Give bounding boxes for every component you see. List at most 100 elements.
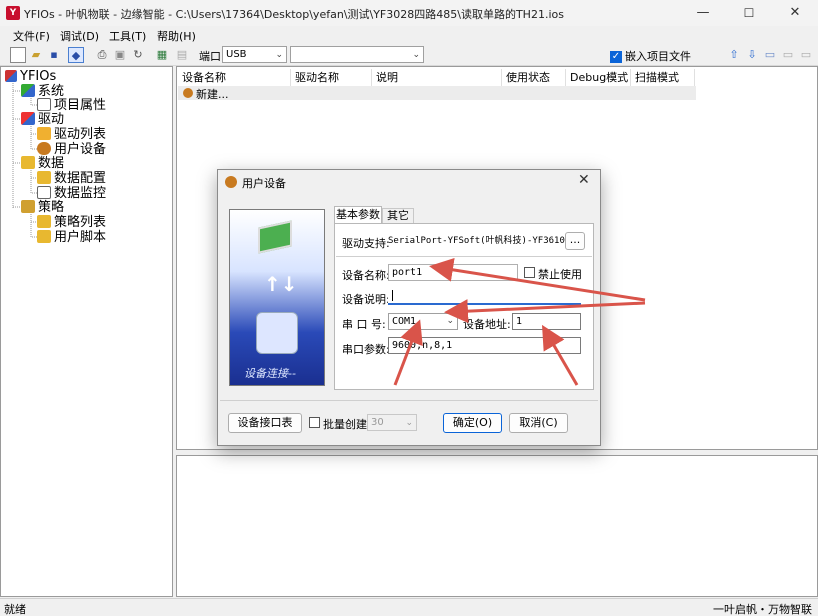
monitor-icon[interactable]: ▤ [174, 47, 190, 63]
menu-help[interactable]: 帮助(H) [157, 28, 196, 44]
dialog-close-icon[interactable]: ✕ [578, 172, 590, 188]
download-icon[interactable]: ▦ [154, 47, 170, 63]
disable-label: 禁止使用 [538, 268, 582, 281]
device-select[interactable]: ⌄ [290, 46, 424, 63]
tree-item-label: 驱动列表 [54, 127, 107, 142]
tree-node-label: 系统 [38, 84, 65, 99]
list-item-new[interactable]: 新建... [178, 86, 696, 101]
port-label: 端口: [199, 50, 225, 63]
column-header-description[interactable]: 说明 [372, 69, 502, 86]
column-header-driver-name[interactable]: 驱动名称 [291, 69, 372, 86]
driver-value: SerialPort-YFSoft(叶帆科技)-YF3610- [388, 236, 566, 246]
title-bar: Y YFIOs - 叶帆物联 - 边缘智能 - C:\Users\17364\D… [0, 0, 818, 26]
tree-node-system[interactable]: 系统 [21, 84, 64, 99]
data-config-icon [37, 171, 51, 184]
com-port-select[interactable]: COM1 ⌄ [388, 313, 458, 330]
maximize-button[interactable]: ☐ [726, 0, 772, 26]
batch-count-select[interactable]: 30 ⌄ [367, 414, 417, 431]
refresh-icon[interactable]: ↻ [130, 47, 146, 63]
tree-item-strategy-list[interactable]: 策略列表 [37, 215, 106, 230]
menu-debug[interactable]: 调试(D) [60, 28, 99, 44]
upload-icon[interactable]: ⇧ [726, 47, 742, 63]
addr-label: 设备地址: [463, 318, 511, 331]
menu-tools[interactable]: 工具(T) [109, 28, 146, 44]
device-icon[interactable]: ▣ [112, 47, 128, 63]
new-file-icon[interactable] [10, 47, 26, 63]
strategy-icon [21, 200, 35, 213]
status-slogan: 一叶启帆・万物智联 [713, 603, 812, 616]
port-label: 串 口 号: [342, 318, 386, 331]
tree-item-data-monitor[interactable]: 数据监控 [37, 186, 106, 201]
dialog-icon [225, 176, 237, 188]
toolbar: ▰ ▪ ◆ ⎙ ▣ ↻ ▦ ▤ 端口: USB ⌄ ⌄ ✓ 嵌入项目文件 ⇧ ⇩ … [0, 44, 818, 66]
debug-connect-icon[interactable]: ◆ [68, 47, 84, 63]
image-caption: 设备连接-- [244, 367, 296, 380]
strategy-list-icon [37, 215, 51, 228]
disable-checkbox[interactable] [524, 267, 535, 278]
system-icon [21, 84, 35, 97]
device-address-input[interactable]: 1 [512, 313, 581, 330]
open-folder-icon[interactable]: ▰ [28, 47, 44, 63]
download-arrow-icon[interactable]: ⇩ [744, 47, 760, 63]
tree-item-data-config[interactable]: 数据配置 [37, 171, 106, 186]
printer-icon[interactable]: ⎙ [94, 47, 110, 63]
check-icon: ✓ [610, 51, 622, 63]
ok-button[interactable]: 确定(O) [443, 413, 502, 433]
data-icon [21, 156, 35, 169]
tree-root[interactable]: YFIOs [5, 69, 56, 84]
tree-item-label: 项目属性 [54, 98, 107, 113]
dialog-title: 用户设备 [242, 177, 286, 190]
column-header-device-name[interactable]: 设备名称 [178, 69, 291, 86]
device-icon [183, 88, 193, 98]
menu-bar: 文件(F) 调试(D) 工具(T) 帮助(H) [0, 26, 818, 44]
tree-item-driver-list[interactable]: 驱动列表 [37, 127, 106, 142]
driver-label: 驱动支持: [342, 237, 390, 250]
close-button[interactable]: ✕ [772, 0, 818, 26]
minimize-button[interactable]: — [680, 0, 726, 26]
desc-label: 设备说明: [342, 293, 390, 306]
tree-item-label: 策略列表 [54, 215, 107, 230]
serial-params-input[interactable]: 9600,n,8,1 [388, 337, 581, 354]
name-label: 设备名称: [342, 269, 390, 282]
tab-basic-label: 基本参数 [336, 208, 380, 221]
gauge-device-icon [256, 312, 298, 354]
list-item-label: 新建... [196, 88, 229, 101]
tree-item-user-device[interactable]: 用户设备 [37, 142, 106, 157]
project-tree: YFIOs 系统 项目属性 驱动 驱动列表 用户设备 数据 数据配置 数据监控 … [0, 66, 173, 597]
user-device-icon [37, 142, 51, 155]
driver-list-icon [37, 127, 51, 140]
column-header-status[interactable]: 使用状态 [502, 69, 566, 86]
driver-browse-button[interactable]: ... [565, 232, 585, 250]
menu-file[interactable]: 文件(F) [13, 28, 50, 44]
column-header-debug[interactable]: Debug模式 [566, 69, 631, 86]
tree-node-driver[interactable]: 驱动 [21, 112, 64, 127]
tree-root-label: YFIOs [20, 69, 57, 84]
device-connection-image: ↑↓ 设备连接-- [229, 209, 325, 386]
folder-icon[interactable]: ▭ [762, 47, 778, 63]
tree-node-label: 策略 [38, 200, 65, 215]
tree-item-label: 用户脚本 [54, 230, 107, 245]
device-desc-input[interactable] [388, 288, 581, 305]
save-icon[interactable]: ▪ [46, 47, 62, 63]
status-bar: 就绪 一叶启帆・万物智联 [0, 598, 818, 616]
tab-other-label: 其它 [387, 209, 409, 222]
tree-node-strategy[interactable]: 策略 [21, 200, 64, 215]
tree-node-data[interactable]: 数据 [21, 156, 64, 171]
tree-item-user-script[interactable]: 用户脚本 [37, 230, 106, 245]
tree-item-label: 数据监控 [54, 186, 107, 201]
device-interface-button[interactable]: 设备接口表 [228, 413, 302, 433]
cancel-button[interactable]: 取消(C) [509, 413, 568, 433]
device-name-input[interactable]: port1 [388, 264, 518, 281]
batch-create-checkbox[interactable] [309, 417, 320, 428]
tree-node-label: 驱动 [38, 112, 65, 127]
tab-other[interactable]: 其它 [382, 208, 414, 224]
settings-icon[interactable]: ▭ [798, 47, 814, 63]
tool-icon[interactable]: ▭ [780, 47, 796, 63]
tree-item-project-props[interactable]: 项目属性 [37, 98, 106, 113]
embed-checkbox[interactable]: ✓ [610, 49, 622, 63]
port-select[interactable]: USB ⌄ [222, 46, 287, 63]
column-header-scan[interactable]: 扫描模式 [631, 69, 695, 86]
user-script-icon [37, 230, 51, 243]
chevron-down-icon: ⌄ [412, 50, 420, 60]
tab-basic[interactable]: 基本参数 [334, 206, 382, 224]
